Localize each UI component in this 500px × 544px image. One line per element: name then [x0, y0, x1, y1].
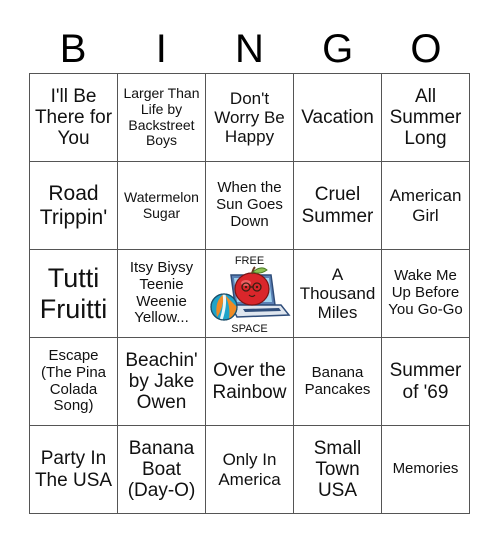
cell-text: I'll Be There for You [34, 85, 113, 150]
cell-text: Banana Boat (Day-O) [127, 437, 196, 502]
header-letter-g: G [322, 27, 354, 71]
header-letter-i: I [155, 27, 167, 71]
bingo-cell[interactable]: Watermelon Sugar [118, 162, 206, 250]
bingo-cell[interactable]: Beachin' by Jake Owen [118, 338, 206, 426]
cell-text: Don't Worry Be Happy [214, 88, 285, 147]
cell-text: Only In America [218, 450, 281, 489]
cell-text: Larger Than Life by Backstreet Boys [123, 85, 200, 149]
free-space-top-label: FREE [234, 255, 265, 267]
cell-text: American Girl [389, 186, 462, 225]
cell-text: Summer of '69 [389, 360, 462, 403]
bingo-header: B I N G O [29, 26, 470, 72]
header-letter-b: B [59, 27, 87, 71]
bingo-cell[interactable]: Tutti Fruitti [30, 250, 118, 338]
cell-text: A Thousand Miles [299, 264, 376, 323]
bingo-cell[interactable]: Wake Me Up Before You Go-Go [382, 250, 470, 338]
header-letter-o: O [410, 27, 442, 71]
cell-text: Beachin' by Jake Owen [125, 349, 198, 414]
bingo-cell[interactable]: Summer of '69 [382, 338, 470, 426]
cell-text: Small Town USA [313, 437, 362, 502]
cell-text: When the Sun Goes Down [216, 179, 283, 230]
bingo-cell[interactable]: Road Trippin' [30, 162, 118, 250]
apple-laptop-beachball-icon [209, 266, 291, 321]
bingo-cell[interactable]: Itsy Biysy Teenie Weenie Yellow... [118, 250, 206, 338]
cell-text: All Summer Long [389, 85, 462, 150]
bingo-cell[interactable]: Banana Boat (Day-O) [118, 426, 206, 514]
bingo-cell[interactable]: Memories [382, 426, 470, 514]
cell-text: Watermelon Sugar [124, 188, 199, 221]
cell-text: Vacation [301, 106, 374, 128]
bingo-cell[interactable]: All Summer Long [382, 74, 470, 162]
bingo-cell[interactable]: Escape (The Pina Colada Song) [30, 338, 118, 426]
cell-text: Itsy Biysy Teenie Weenie Yellow... [129, 258, 194, 327]
bingo-cell[interactable]: Vacation [294, 74, 382, 162]
bingo-cell[interactable]: Cruel Summer [294, 162, 382, 250]
bingo-board: I'll Be There for You Larger Than Life b… [29, 73, 470, 514]
cell-text: Over the Rainbow [212, 360, 287, 403]
bingo-cell[interactable]: American Girl [382, 162, 470, 250]
cell-text: Banana Pancakes [304, 363, 371, 398]
bingo-cell[interactable]: When the Sun Goes Down [206, 162, 294, 250]
bingo-cell[interactable]: Larger Than Life by Backstreet Boys [118, 74, 206, 162]
header-letter-n: N [235, 27, 264, 71]
cell-text: Road Trippin' [39, 181, 108, 229]
cell-text: Cruel Summer [301, 184, 374, 227]
cell-text: Memories [392, 460, 459, 478]
bingo-cell[interactable]: Banana Pancakes [294, 338, 382, 426]
bingo-cell[interactable]: Don't Worry Be Happy [206, 74, 294, 162]
cell-text: Escape (The Pina Colada Song) [40, 346, 107, 415]
bingo-cell[interactable]: Party In The USA [30, 426, 118, 514]
cell-text: Wake Me Up Before You Go-Go [388, 267, 463, 318]
bingo-cell[interactable]: Over the Rainbow [206, 338, 294, 426]
free-space-bottom-label: SPACE [231, 323, 268, 335]
bingo-cell[interactable]: I'll Be There for You [30, 74, 118, 162]
cell-text: Tutti Fruitti [39, 263, 108, 324]
bingo-cell[interactable]: Small Town USA [294, 426, 382, 514]
bingo-cell[interactable]: Only In America [206, 426, 294, 514]
bingo-cell[interactable]: A Thousand Miles [294, 250, 382, 338]
cell-text: Party In The USA [34, 448, 113, 491]
free-space-cell[interactable]: FREE SPACE [206, 250, 294, 338]
